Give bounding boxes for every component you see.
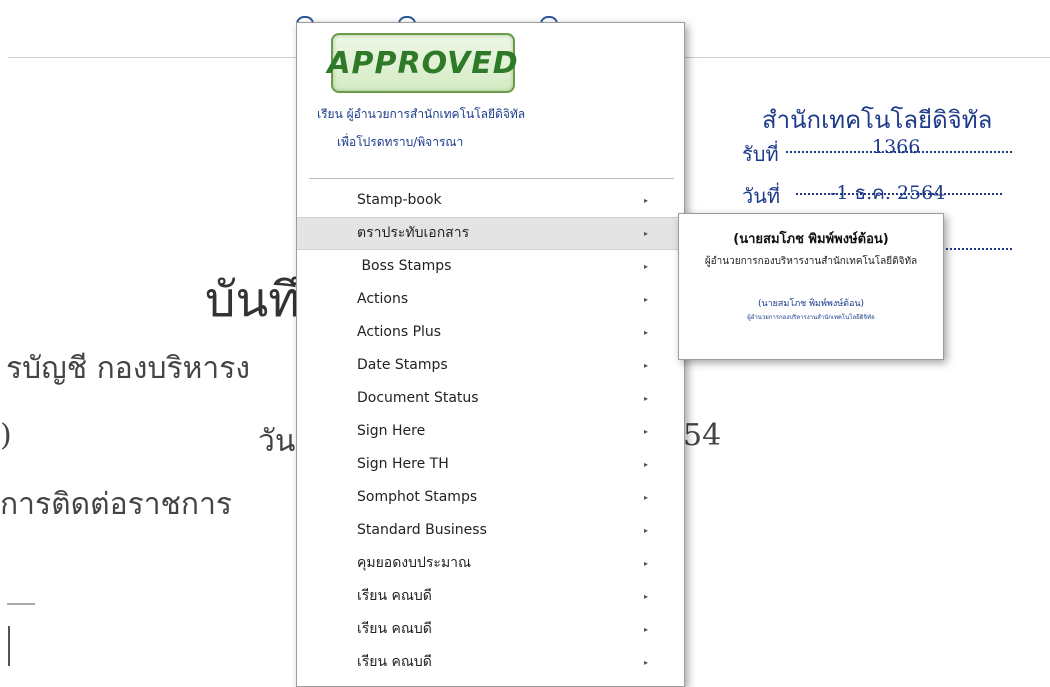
submenu-arrow-icon: ▸ xyxy=(644,559,649,568)
menu-item-label: ตราประทับเอกสาร xyxy=(357,225,470,241)
menu-item-document-status[interactable]: Document Status ▸ xyxy=(297,382,684,415)
menu-item-document-stamps[interactable]: ตราประทับเอกสาร ▸ xyxy=(297,217,684,250)
menu-item-stamp-book[interactable]: Stamp-book ▸ xyxy=(297,184,684,217)
menu-item-dear-dean[interactable]: เรียน คณบดี ▸ xyxy=(297,613,684,646)
menu-item-label: เรียน คณบดี xyxy=(357,621,432,637)
stamp-context-menu: APPROVED เรียน ผู้อำนวยการสำนักเทคโนโลยี… xyxy=(296,22,685,687)
menu-item-label: Boss Stamps xyxy=(357,258,452,274)
received-number-value: 1366 xyxy=(872,136,921,158)
dotted-line xyxy=(942,248,1012,250)
submenu-arrow-icon: ▸ xyxy=(644,592,649,601)
document-line: วัน xyxy=(258,424,296,459)
document-line: รบัญชี กองบริหารง xyxy=(6,351,250,386)
menu-item-label: Document Status xyxy=(357,390,479,406)
signature-stamp-name-small[interactable]: (นายสมโภช พิมพ์พงษ์ต้อน) xyxy=(679,296,943,310)
submenu-arrow-icon: ▸ xyxy=(644,394,649,403)
document-line: ) xyxy=(0,418,12,453)
received-date-row: วันที่ -1 ธ.ค. 2564 xyxy=(742,180,1002,212)
menu-item-standard-business[interactable]: Standard Business ▸ xyxy=(297,514,684,547)
menu-item-actions[interactable]: Actions ▸ xyxy=(297,283,684,316)
document-line: การติดต่อราชการ xyxy=(0,487,233,522)
menu-item-sign-here-th[interactable]: Sign Here TH ▸ xyxy=(297,448,684,481)
submenu-arrow-icon: ▸ xyxy=(644,658,649,667)
menu-item-label: เรียน คณบดี xyxy=(357,588,432,604)
submenu-arrow-icon: ▸ xyxy=(644,229,649,238)
submenu-arrow-icon: ▸ xyxy=(644,526,649,535)
received-number-row: รับที่ 1366 xyxy=(742,136,1012,170)
document-line: 54 xyxy=(683,418,722,453)
menu-item-somphot-stamps[interactable]: Somphot Stamps ▸ xyxy=(297,481,684,514)
approved-stamp-text: APPROVED xyxy=(327,45,519,81)
menu-item-budget-control[interactable]: คุมยอดงบประมาณ ▸ xyxy=(297,547,684,580)
submenu-arrow-icon: ▸ xyxy=(644,625,649,634)
submenu-arrow-icon: ▸ xyxy=(644,427,649,436)
menu-separator xyxy=(309,178,674,179)
document-mark xyxy=(7,603,35,605)
menu-item-dear-dean[interactable]: เรียน คณบดี ▸ xyxy=(297,646,684,679)
signature-stamp-name-large[interactable]: (นายสมโภช พิมพ์พงษ์ต้อน) xyxy=(679,228,943,249)
submenu-arrow-icon: ▸ xyxy=(644,328,649,337)
submenu-arrow-icon: ▸ xyxy=(644,460,649,469)
submenu-arrow-icon: ▸ xyxy=(644,493,649,502)
submenu-arrow-icon: ▸ xyxy=(644,262,649,271)
signature-stamp-position-large[interactable]: ผู้อำนวยการกองบริหารงานสำนักเทคโนโลยีดิจ… xyxy=(679,254,943,269)
menu-item-label: Actions Plus xyxy=(357,324,442,340)
submenu-arrow-icon: ▸ xyxy=(644,361,649,370)
approved-stamp-preview[interactable]: APPROVED xyxy=(327,33,518,93)
menu-item-label: Sign Here xyxy=(357,423,426,439)
received-date-value: -1 ธ.ค. 2564 xyxy=(830,182,946,204)
menu-item-actions-plus[interactable]: Actions Plus ▸ xyxy=(297,316,684,349)
menu-item-sign-here[interactable]: Sign Here ▸ xyxy=(297,415,684,448)
menu-item-label: Actions xyxy=(357,291,409,307)
submenu-arrow-icon: ▸ xyxy=(644,295,649,304)
document-mark xyxy=(8,626,10,666)
menu-item-label: Date Stamps xyxy=(357,357,448,373)
signature-stamp-position-small[interactable]: ผู้อำนวยการกองบริหารงานสำนักเทคโนโลยีดิจ… xyxy=(679,312,943,322)
menu-item-label: คุมยอดงบประมาณ xyxy=(357,555,472,571)
menu-item-date-stamps[interactable]: Date Stamps ▸ xyxy=(297,349,684,382)
received-date-label: วันที่ xyxy=(742,184,781,208)
menu-item-label: เรียน คณบดี xyxy=(357,654,432,670)
received-number-label: รับที่ xyxy=(742,142,779,166)
menu-item-label: Stamp-book xyxy=(357,192,442,208)
menu-item-label: Standard Business xyxy=(357,522,487,538)
document-stamps-submenu: (นายสมโภช พิมพ์พงษ์ต้อน) ผู้อำนวยการกองบ… xyxy=(678,213,944,360)
stamp-preview-line[interactable]: เรียน ผู้อำนวยการสำนักเทคโนโลยีดิจิทัล xyxy=(317,105,525,124)
stamp-preview-line[interactable]: เพื่อโปรดทราบ/พิจารณา xyxy=(337,133,463,152)
menu-item-dear-dean[interactable]: เรียน คณบดี ▸ xyxy=(297,580,684,613)
memo-title: บันทึ xyxy=(205,272,300,328)
department-title: สำนักเทคโนโลยีดิจิทัล xyxy=(762,106,993,134)
menu-item-label: Sign Here TH xyxy=(357,456,449,472)
menu-item-boss-stamps[interactable]: Boss Stamps ▸ xyxy=(297,250,684,283)
submenu-arrow-icon: ▸ xyxy=(644,196,649,205)
stamp-menu-list: Stamp-book ▸ ตราประทับเอกสาร ▸ Boss Stamps… xyxy=(297,184,684,679)
menu-item-label: Somphot Stamps xyxy=(357,489,478,505)
